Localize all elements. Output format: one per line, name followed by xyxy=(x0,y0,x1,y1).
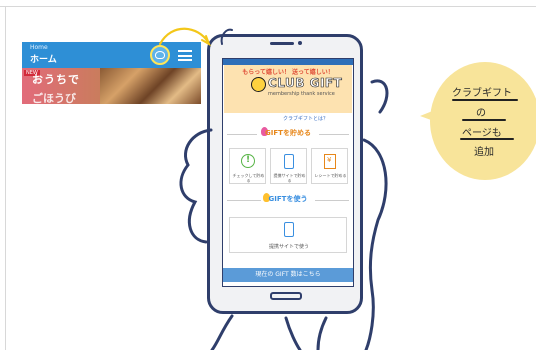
note-line-1: クラブギフト xyxy=(452,88,512,99)
underline xyxy=(452,99,518,101)
arrow-icon xyxy=(158,27,210,46)
note-line-3: ページも xyxy=(462,128,502,139)
note-bubble xyxy=(430,62,536,180)
note-line-2: の xyxy=(476,108,486,119)
note-line-4: 追加 xyxy=(474,147,494,158)
underline xyxy=(462,119,506,121)
underline xyxy=(460,138,514,140)
hand-sketch xyxy=(158,27,442,350)
